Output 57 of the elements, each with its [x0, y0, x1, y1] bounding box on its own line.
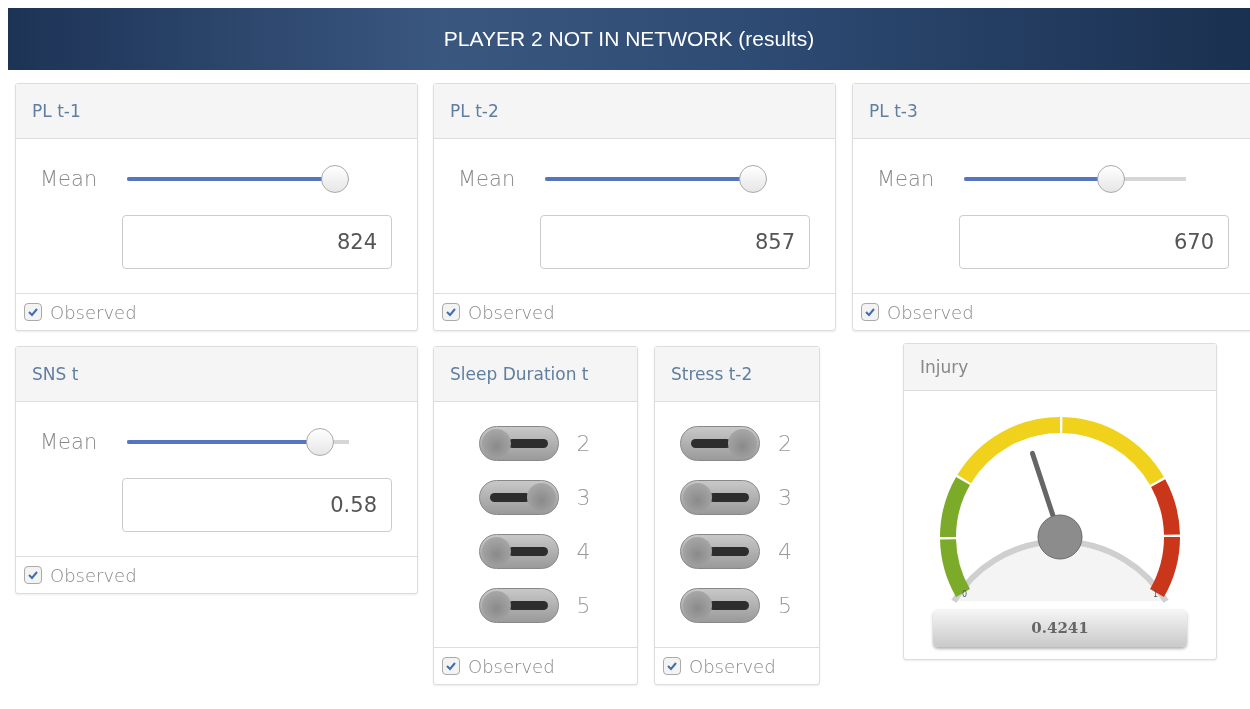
card-title: SNS t — [32, 364, 79, 384]
observed-checkbox[interactable] — [663, 657, 681, 675]
toggle-switch[interactable] — [478, 426, 559, 461]
observed-checkbox[interactable] — [24, 566, 42, 584]
toggle-switch[interactable] — [680, 588, 760, 623]
checkmark-icon — [27, 569, 39, 581]
mean-label: Mean — [40, 430, 98, 454]
observed-label: Observed — [50, 564, 137, 586]
gauge-max-label: 1 — [1153, 590, 1159, 599]
observed-checkbox[interactable] — [24, 303, 42, 321]
option-label: 5 — [576, 593, 592, 618]
option-label: 3 — [576, 485, 592, 510]
gauge-reading: 0.4241 — [933, 609, 1187, 647]
observed-label: Observed — [50, 301, 137, 323]
slider-thumb[interactable] — [321, 165, 350, 193]
card-title: Stress t-2 — [671, 364, 753, 384]
value-field[interactable]: 0.58 — [122, 478, 392, 532]
toggle-switch[interactable] — [478, 534, 559, 569]
card-title: PL t-2 — [450, 101, 499, 121]
checkmark-icon — [445, 660, 457, 672]
card-title: Injury — [920, 357, 969, 377]
checkmark-icon — [864, 306, 876, 318]
checkmark-icon — [27, 306, 39, 318]
option-label: 3 — [778, 485, 793, 510]
observed-label: Observed — [887, 301, 974, 323]
gauge-min-label: 0 — [962, 590, 968, 599]
toggle-switch[interactable] — [680, 480, 760, 515]
option-label: 4 — [576, 539, 592, 564]
option-label: 2 — [778, 431, 793, 456]
observed-label: Observed — [468, 655, 555, 677]
value-field[interactable]: 670 — [959, 215, 1229, 269]
checkmark-icon — [445, 306, 457, 318]
observed-label: Observed — [689, 655, 776, 677]
card-title: PL t-1 — [32, 101, 81, 121]
mean-label: Mean — [40, 167, 98, 191]
page-title: PLAYER 2 NOT IN NETWORK (results) — [443, 27, 815, 51]
option-label: 2 — [576, 431, 592, 456]
value-field[interactable]: 857 — [540, 215, 810, 269]
option-label: 4 — [778, 539, 793, 564]
slider-thumb[interactable] — [1096, 165, 1125, 193]
slider-thumb[interactable] — [306, 428, 335, 456]
mean-label: Mean — [458, 167, 516, 191]
card-title: PL t-3 — [869, 101, 918, 121]
mean-label: Mean — [877, 167, 935, 191]
option-label: 5 — [778, 593, 793, 618]
value-field[interactable]: 824 — [122, 215, 392, 269]
toggle-switch[interactable] — [478, 480, 559, 515]
toggle-switch[interactable] — [478, 588, 559, 623]
toggle-switch[interactable] — [680, 426, 760, 461]
card-title: Sleep Duration t — [450, 364, 589, 384]
observed-checkbox[interactable] — [442, 657, 460, 675]
observed-checkbox[interactable] — [442, 303, 460, 321]
checkmark-icon — [666, 660, 678, 672]
observed-label: Observed — [468, 301, 555, 323]
observed-checkbox[interactable] — [861, 303, 879, 321]
slider-thumb[interactable] — [739, 165, 768, 193]
toggle-switch[interactable] — [680, 534, 760, 569]
